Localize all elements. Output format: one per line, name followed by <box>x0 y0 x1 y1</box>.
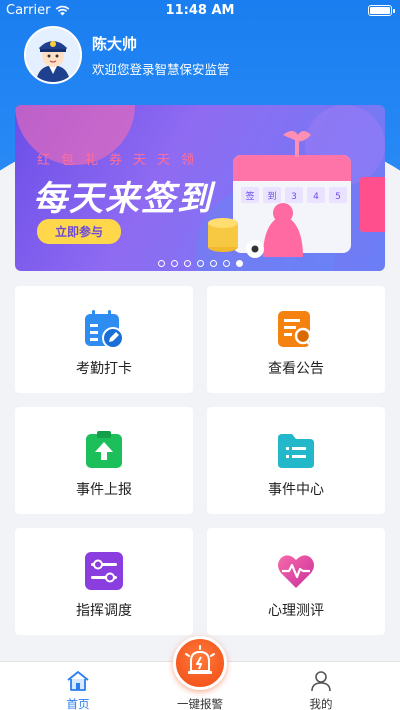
avatar[interactable] <box>24 26 82 84</box>
battery-icon <box>368 5 395 16</box>
banner-dot[interactable] <box>235 260 243 267</box>
menu-label-attendance: 考勤打卡 <box>76 361 132 377</box>
home-icon <box>67 671 89 691</box>
banner-title: 每天来签到 <box>33 179 213 219</box>
user-name: 陈大帅 <box>92 34 138 53</box>
banner-pagination[interactable] <box>15 260 385 267</box>
calendar-cell-2: 到 <box>267 190 276 202</box>
banner-subtitle: 红包礼券天天领 <box>37 153 206 168</box>
sliders-icon <box>84 551 124 591</box>
user-icon <box>311 671 331 692</box>
menu-item-psych-test[interactable]: 心理测评 <box>207 528 385 635</box>
calendar-cell-3: 3 <box>291 192 297 202</box>
calendar-edit-icon <box>84 309 124 349</box>
menu-item-dispatch[interactable]: 指挥调度 <box>15 528 193 635</box>
menu-label-psych-test: 心理测评 <box>268 603 324 619</box>
calendar-cell-4: 4 <box>313 192 319 202</box>
welcome-message: 欢迎您登录智慧保安监管 <box>92 61 230 77</box>
tab-home-label: 首页 <box>66 697 90 710</box>
status-bar: Carrier 11:48 AM <box>0 0 400 22</box>
siren-icon <box>185 645 215 674</box>
menu-item-event-center[interactable]: 事件中心 <box>207 407 385 514</box>
calendar-illustration: 签 到 3 4 5 <box>208 131 351 258</box>
emergency-alarm-button[interactable] <box>173 636 227 690</box>
banner-dot[interactable] <box>196 260 204 267</box>
banner-dot[interactable] <box>157 260 165 267</box>
police-avatar-icon <box>26 28 80 82</box>
menu-label-announcements: 查看公告 <box>268 361 324 377</box>
banner-dot[interactable] <box>222 260 230 267</box>
menu-item-attendance[interactable]: 考勤打卡 <box>15 286 193 393</box>
upload-clipboard-icon <box>84 430 124 470</box>
menu-label-report-event: 事件上报 <box>76 482 132 498</box>
menu-label-dispatch: 指挥调度 <box>76 603 132 619</box>
tab-mine-label: 我的 <box>309 697 333 710</box>
menu-label-event-center: 事件中心 <box>268 482 324 498</box>
folder-list-icon <box>276 430 316 470</box>
document-search-icon <box>276 309 316 349</box>
menu-item-announcements[interactable]: 查看公告 <box>207 286 385 393</box>
banner-dot[interactable] <box>183 260 191 267</box>
checkin-banner[interactable]: 签 到 3 4 5 红包礼券天天领 每天来签到 立即参与 <box>15 105 385 271</box>
menu-item-report-event[interactable]: 事件上报 <box>15 407 193 514</box>
user-profile[interactable]: 陈大帅 欢迎您登录智慧保安监管 <box>24 26 230 84</box>
heart-pulse-icon <box>276 551 316 591</box>
banner-dot[interactable] <box>170 260 178 267</box>
calendar-cell-1: 签 <box>245 190 254 202</box>
profile-text: 陈大帅 欢迎您登录智慧保安监管 <box>92 33 230 78</box>
calendar-cell-5: 5 <box>335 192 341 202</box>
clock: 11:48 AM <box>165 3 235 18</box>
join-now-button[interactable]: 立即参与 <box>37 219 122 244</box>
tab-alarm-label: 一键报警 <box>177 697 223 710</box>
banner-dot[interactable] <box>209 260 217 267</box>
